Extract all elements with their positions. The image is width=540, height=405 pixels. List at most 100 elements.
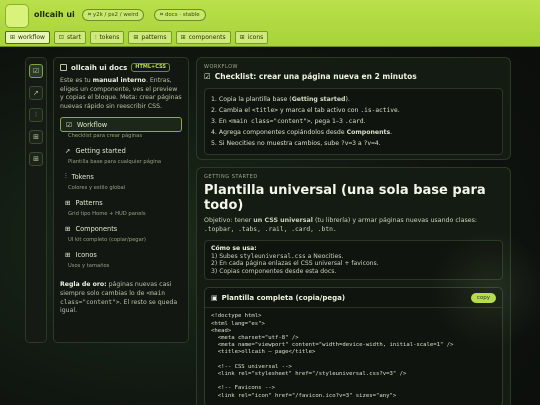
path-pill: ⌗ y2k / ps2 / weird [82, 9, 145, 21]
step-text: 5. Si Neocities no muestra cambios, sube [211, 140, 342, 147]
step-text: . [397, 107, 400, 114]
nav-item-components[interactable]: ⊞ Components [60, 221, 182, 236]
tab-start[interactable]: ⊡ start [53, 31, 86, 44]
html-badge: HTML+CSS [131, 63, 170, 72]
rail-rocket-icon[interactable]: ➚ [29, 86, 43, 100]
side-title-text: ollcaih ui docs [71, 63, 128, 72]
step-code: .card [344, 118, 364, 125]
docs-pill-label: docs · stable [164, 12, 200, 18]
nav-item-tokens[interactable]: ⫶ Tokens [60, 169, 182, 184]
rail-grid-icon[interactable]: ⊞ [29, 152, 43, 166]
tab-label: tokens [99, 34, 120, 41]
check-icon: ☑ [66, 120, 72, 129]
tab-icons[interactable]: ⊞ icons [234, 31, 269, 44]
workflow-card: WORKFLOW ☑ Checklist: crear una página nu… [196, 57, 511, 160]
tab-label: icons [247, 34, 264, 41]
workflow-kicker: WORKFLOW [204, 64, 238, 70]
step-text: ). [345, 96, 350, 103]
tab-workflow[interactable]: ⊞ workflow [5, 31, 50, 44]
nav-item-iconos[interactable]: ⊞ Iconos [60, 247, 182, 262]
rail-sliders-icon[interactable]: ⫶ [29, 108, 43, 122]
nav-sub: UI kit completo (copiar/pegar) [68, 237, 146, 244]
nav-item-patterns[interactable]: ⊞ Patterns [60, 195, 182, 210]
nav-label: Iconos [75, 250, 97, 259]
list-item: 4. Agrega componentes copiándolos desde … [211, 127, 496, 138]
step-text: . [363, 118, 366, 125]
docs-pill: ⌗ docs · stable [154, 9, 206, 21]
step-code: .is-active [360, 107, 398, 114]
step-text: y marca el tab activo con [278, 107, 361, 114]
background-glow [430, 230, 540, 350]
how-title: Cómo se usa: [211, 245, 257, 252]
square-icon: ⊡ [58, 34, 64, 41]
step-code: <title> [251, 107, 278, 114]
step-text: 2. Cambia el [211, 107, 252, 114]
golden-rule: Regla de oro: páginas nuevas casi siempr… [60, 281, 182, 315]
desc-bold: manual interno [92, 77, 146, 84]
nav-sub: Grid tipo Home + HUD panels [68, 211, 146, 218]
doc-icon: ▣ [211, 293, 218, 302]
sliders-icon: ⫶ [94, 34, 97, 41]
grid-icon: ⊞ [239, 34, 245, 41]
tab-components[interactable]: ⊞ components [175, 31, 231, 44]
lead-classes: .topbar, .tabs, .rail, .card, .btn. [204, 226, 337, 233]
step-code: <main class="content"> [228, 118, 311, 125]
nav-sub: Usos y tamaños [68, 263, 110, 270]
list-item: 2. Cambia el <title> y marca el tab acti… [211, 105, 496, 116]
list-item: 1. Copia la plantilla base (Getting star… [211, 94, 496, 105]
nav-sub: Checklist para crear páginas [68, 133, 143, 140]
rocket-icon: ➚ [65, 146, 71, 155]
nav-sub: Plantilla base para cualquier página [68, 159, 162, 166]
nav-label: Components [75, 224, 118, 233]
step-text: 4. Agrega componentes copiándolos desde [211, 129, 347, 136]
path-pill-label: y2k / ps2 / weird [92, 12, 139, 18]
check-icon: ☑ [204, 72, 211, 81]
side-description: Este es tu manual interno. Entras, elige… [60, 77, 182, 111]
how-code: styleuniversal.css [239, 252, 306, 260]
tab-label: start [66, 34, 81, 41]
nav-sub: Colores y estilo global [68, 185, 126, 192]
nav-label: Tokens [71, 172, 94, 181]
list-item: 3. En <main class="content">, pega 1–3 .… [211, 116, 496, 127]
tab-label: workflow [18, 34, 45, 41]
logo[interactable] [5, 4, 29, 28]
step-text: a [355, 140, 364, 147]
step-bold: Components [346, 129, 391, 136]
tab-tokens[interactable]: ⫶ tokens [89, 31, 125, 44]
tab-patterns[interactable]: ⊞ patterns [128, 31, 172, 44]
step-text: . [390, 129, 393, 136]
sliders-icon: ⫶ [65, 172, 67, 181]
rail-grid-icon[interactable]: ⊞ [29, 130, 43, 144]
lead-part: Objetivo: tener [204, 217, 254, 224]
lead-text: Objetivo: tener un CSS universal (tu lib… [204, 216, 503, 234]
side-panel: ollcaih ui docs HTML+CSS Este es tu manu… [53, 57, 189, 343]
grid-icon: ⊞ [133, 34, 139, 41]
workflow-title-text: Checklist: crear una página nueva en 2 m… [214, 72, 417, 81]
step-text: 3. En [211, 118, 229, 125]
rail: ☑ ➚ ⫶ ⊞ ⊞ [25, 57, 47, 343]
page-title: Plantilla universal (una sola base para … [204, 183, 486, 213]
nav-item-workflow[interactable]: ☑ Workflow [60, 117, 182, 133]
nav-label: Getting started [75, 146, 126, 155]
tab-label: components [188, 34, 226, 41]
workflow-title: ☑ Checklist: crear una página nueva en 2 … [204, 72, 503, 81]
checklist: 1. Copia la plantilla base (Getting star… [204, 88, 503, 155]
rail-check-icon[interactable]: ☑ [29, 64, 43, 78]
tabs: ⊞ workflow ⊡ start ⫶ tokens ⊞ patterns ⊞ comp… [5, 31, 269, 44]
nav-label: Patterns [75, 198, 103, 207]
lead-bold: un CSS universal [253, 217, 313, 224]
desc-text: Este es tu [60, 77, 93, 84]
step-text: . [378, 140, 381, 147]
grid-icon: ⊞ [65, 198, 71, 207]
nav-label: Workflow [76, 120, 108, 129]
step-bold: Getting started [291, 96, 346, 103]
how-text: 1) Subes [211, 252, 240, 260]
code-title: ▣ Plantilla completa (copia/pega) [211, 294, 345, 302]
nav-item-getting-started[interactable]: ➚ Getting started [60, 143, 182, 158]
doc-icon [60, 64, 67, 71]
how-text: a Neocities. [305, 252, 344, 260]
grid-icon: ⊞ [65, 224, 71, 233]
code-title-text: Plantilla completa (copia/pega) [221, 293, 346, 302]
grid-icon: ⊞ [65, 250, 71, 259]
list-item: 5. Si Neocities no muestra cambios, sube… [211, 138, 496, 149]
